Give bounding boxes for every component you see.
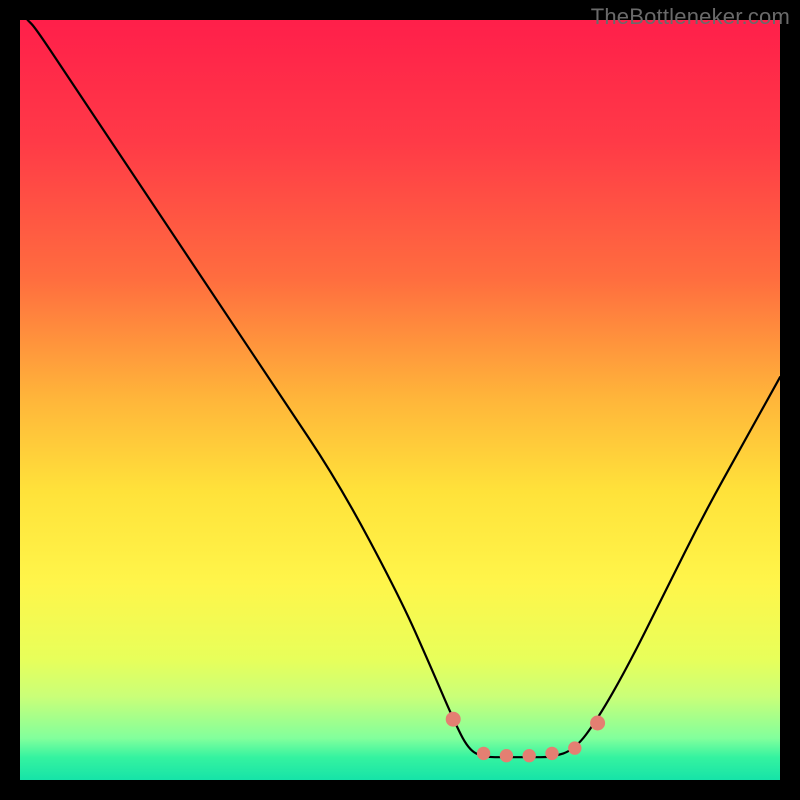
- curve-marker: [546, 747, 558, 759]
- plot-area: [20, 20, 780, 780]
- watermark-text: TheBottleneker.com: [591, 4, 790, 30]
- curve-marker: [446, 712, 460, 726]
- bottleneck-curve: [20, 20, 780, 780]
- curve-marker: [477, 747, 489, 759]
- chart-container: TheBottleneker.com: [0, 0, 800, 800]
- curve-marker: [591, 716, 605, 730]
- curve-marker: [500, 749, 512, 761]
- curve-marker: [523, 749, 535, 761]
- curve-marker: [569, 742, 581, 754]
